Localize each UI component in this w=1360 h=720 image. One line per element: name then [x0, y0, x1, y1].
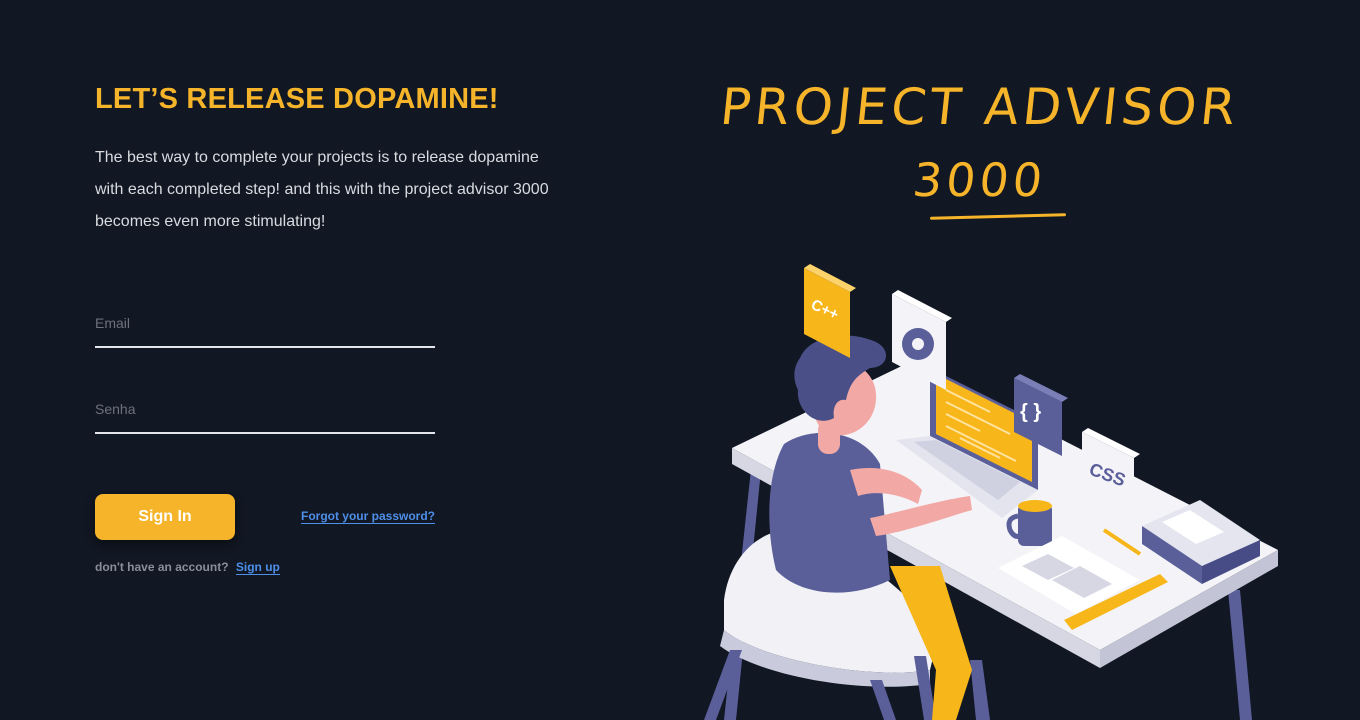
signup-row: don't have an account? Sign up: [95, 560, 575, 575]
developer-illustration: C++ { } CSS: [704, 264, 1278, 720]
email-field[interactable]: [95, 300, 435, 348]
login-panel: LET’S RELEASE DOPAMINE! The best way to …: [95, 80, 575, 575]
no-account-text: don't have an account?: [95, 560, 229, 574]
email-field-wrapper: [95, 300, 435, 348]
brand-number: 3000: [910, 153, 1050, 207]
cpp-tile: C++: [804, 264, 856, 358]
brand-underline: [929, 213, 1067, 220]
brand-logo: PROJECT ADVISOR 3000: [700, 72, 1260, 220]
brand-title: PROJECT ADVISOR: [717, 78, 1243, 136]
forgot-password-link[interactable]: Forgot your password?: [300, 509, 435, 524]
login-page: LET’S RELEASE DOPAMINE! The best way to …: [0, 0, 1360, 720]
sign-up-link[interactable]: Sign up: [235, 560, 280, 575]
password-field[interactable]: [95, 386, 435, 434]
password-field-wrapper: [95, 386, 435, 434]
form-actions: Sign In Forgot your password?: [95, 494, 435, 540]
page-title: LET’S RELEASE DOPAMINE!: [95, 83, 499, 115]
intro-text: The best way to complete your projects i…: [95, 149, 549, 230]
braces-icon: { }: [1020, 401, 1041, 423]
sign-in-button[interactable]: Sign In: [95, 494, 235, 540]
